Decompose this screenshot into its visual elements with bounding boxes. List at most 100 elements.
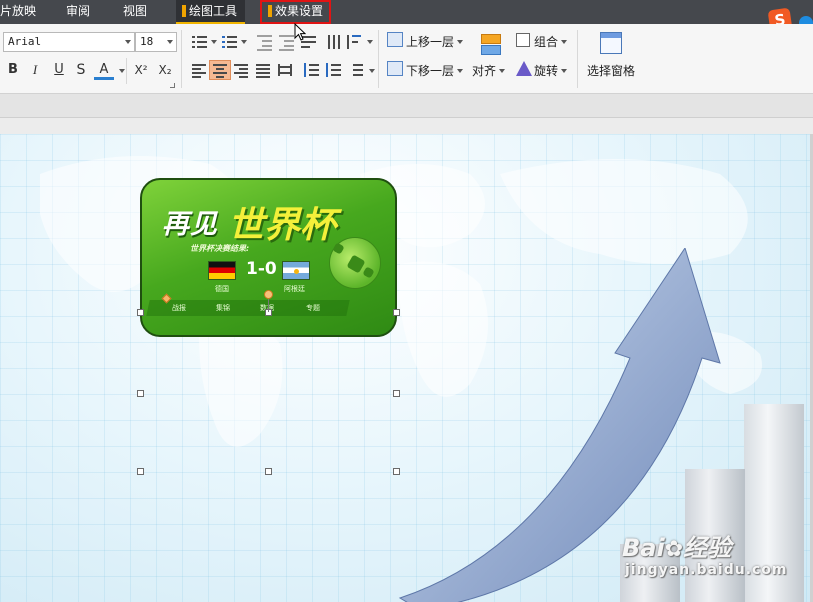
bring-forward-button[interactable]: 上移一层 [406,33,464,50]
bring-forward-icon[interactable] [387,32,403,47]
tab-view[interactable]: 视图 [123,0,147,24]
send-backward-label: 下移一层 [406,64,455,78]
rotate-label: 旋转 [534,64,559,78]
resize-handle-w[interactable] [137,390,144,397]
tab-marker-icon [268,5,272,17]
distribute-icon[interactable] [275,60,297,80]
banner-menu-item: 战报 [172,304,186,312]
align-right-icon[interactable] [231,60,253,80]
soccer-ball-icon [329,237,381,289]
group-label: 组合 [534,35,559,49]
font-color-label: A [99,62,109,77]
italic-button[interactable]: I [25,60,45,80]
outline-icon[interactable] [481,45,501,55]
bullet-list-icon[interactable] [189,32,211,52]
justify-icon[interactable] [253,60,275,80]
subscript-button[interactable]: X₂ [155,60,175,80]
font-size-select[interactable]: 18 [135,32,177,52]
decrease-indent-icon[interactable] [254,32,276,52]
chevron-down-icon[interactable] [367,40,373,44]
divider [378,30,379,88]
paragraph-options-icon[interactable] [345,60,367,80]
rotation-handle[interactable] [264,290,273,299]
tab-effect-settings-label: 效果设置 [275,4,324,18]
team-right-label: 阿根廷 [284,285,305,293]
tab-slideshow[interactable]: 片放映 [0,0,36,24]
superscript-button[interactable]: X² [131,60,151,80]
text-direction-icon[interactable] [324,32,346,52]
bring-forward-label: 上移一层 [406,35,455,49]
align-center-icon[interactable] [209,60,231,80]
tab-drawing-tools-label: 绘图工具 [189,4,238,18]
font-family-select[interactable]: Arial [3,32,135,52]
resize-handle-nw[interactable] [137,309,144,316]
rotate-button[interactable]: 旋转 [534,62,568,79]
selection-pane-button[interactable]: 选择窗格 [587,62,635,79]
ruler-band [0,94,813,118]
chevron-down-icon [125,40,131,44]
font-size-value: 18 [140,35,154,48]
tab-marker-icon [182,5,186,17]
chevron-down-icon [167,40,173,44]
chevron-down-icon [499,69,506,73]
font-color-button[interactable]: A [94,60,114,80]
mouse-cursor-icon [294,23,306,41]
chevron-down-icon [457,69,464,73]
paw-icon: ✿ [664,537,684,562]
chevron-down-icon [457,40,464,44]
banner-title-main: 世界杯 [228,205,337,246]
font-dialog-launcher-icon[interactable] [170,83,175,88]
watermark-logo-text: Bai [622,534,665,562]
paragraph-spacing-icon[interactable] [323,60,345,80]
rotate-icon[interactable] [516,61,532,76]
match-score: 1-0 [246,259,277,279]
chevron-down-icon[interactable] [369,69,375,73]
ribbon-toolbar: Arial 18 B I U S A X² X₂ 上移一层 下移一层 对齐 组合… [0,24,813,94]
banner-menu-item: 集锦 [216,304,230,312]
team-left-label: 德国 [215,285,229,293]
shadow-button[interactable]: S [71,60,91,80]
send-backward-button[interactable]: 下移一层 [406,62,464,79]
tab-effect-settings[interactable]: 效果设置 [260,0,332,24]
banner-menu-item: 专题 [306,304,320,312]
banner-subtitle: 世界杯决赛结果: [190,244,250,253]
align-left-icon[interactable] [189,60,211,80]
divider [577,30,578,88]
banner-title-prefix: 再见 [162,209,218,240]
fill-icon[interactable] [481,34,501,44]
chevron-down-icon[interactable] [211,40,217,44]
watermark-url: jingyan.baidu.com [625,562,788,578]
chevron-down-icon [561,40,568,44]
resize-handle-e[interactable] [393,390,400,397]
resize-handle-sw[interactable] [137,468,144,475]
chevron-down-icon[interactable] [241,40,247,44]
group-icon[interactable] [516,33,530,47]
germany-flag-icon [208,261,236,280]
argentina-flag-icon [282,261,310,280]
line-spacing-icon[interactable] [301,60,323,80]
ribbon-tab-bar: 片放映 审阅 视图 绘图工具 效果设置 S [0,0,813,33]
divider [126,58,127,84]
tab-drawing-tools[interactable]: 绘图工具 [176,0,246,24]
numbered-list-icon[interactable] [219,32,241,52]
rotation-handle-stem [268,299,269,312]
baidu-watermark-logo: Bai✿经验 [622,528,731,563]
watermark-logo-text2: 经验 [683,534,732,562]
workspace-band [0,118,813,134]
align-button[interactable]: 对齐 [472,62,506,79]
resize-handle-se[interactable] [393,468,400,475]
align-label: 对齐 [472,64,497,78]
chevron-down-icon[interactable] [119,69,125,73]
selection-pane-icon[interactable] [600,32,622,54]
resize-handle-s[interactable] [265,468,272,475]
sun-icon [294,269,299,274]
chevron-down-icon [561,69,568,73]
divider [181,30,182,88]
send-backward-icon[interactable] [387,61,403,76]
tab-review[interactable]: 审阅 [66,0,90,24]
group-button[interactable]: 组合 [534,33,568,50]
bold-button[interactable]: B [3,60,23,80]
underline-button[interactable]: U [49,60,69,80]
resize-handle-ne[interactable] [393,309,400,316]
text-align-vertical-icon[interactable] [344,32,366,52]
